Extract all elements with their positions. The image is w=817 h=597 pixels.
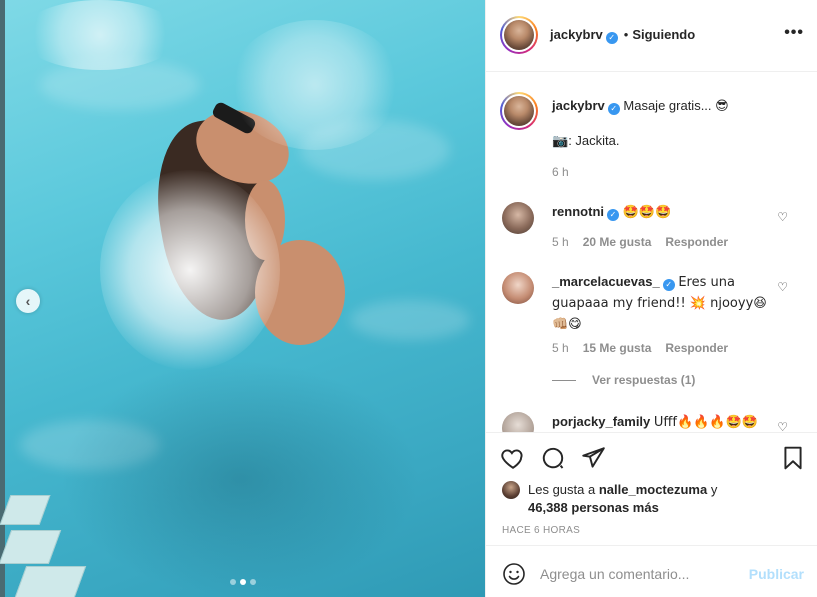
caption-time[interactable]: 6 h	[552, 165, 569, 179]
separator-dot: •	[623, 27, 629, 42]
caption-username[interactable]: jackybrv	[552, 98, 605, 113]
comment-item: porjacky_family Ufff🔥🔥🔥🤩🤩 ♡	[502, 410, 802, 432]
water-ripple	[350, 300, 470, 340]
photo-edge	[0, 0, 5, 597]
caption: jackybrv ✓ Masaje gratis... 😎 📷: Jackita.…	[500, 92, 802, 182]
emoji-smiley-icon[interactable]	[502, 562, 526, 586]
water-spray	[20, 0, 180, 70]
publish-button[interactable]: Publicar	[749, 566, 804, 582]
carousel-dot-active	[240, 579, 246, 585]
comment-item: _marcelacuevas_ ✓ Eres una guapaaa my fri…	[502, 270, 802, 360]
camera-emoji: 📷	[552, 134, 569, 149]
water-splash	[100, 170, 280, 370]
reply-button[interactable]: Responder	[665, 341, 728, 355]
more-options-icon[interactable]: •••	[784, 24, 804, 42]
caption-author-avatar[interactable]	[500, 92, 538, 130]
comment-username[interactable]: porjacky_family	[552, 414, 650, 429]
comment-text: Ufff🔥🔥🔥🤩🤩	[653, 415, 758, 430]
chevron-left-icon: ‹	[25, 293, 31, 309]
comment-text: 🤩🤩🤩	[622, 205, 672, 220]
view-replies-label: Ver respuestas (1)	[592, 373, 696, 387]
comments-list: jackybrv ✓ Masaje gratis... 😎 📷: Jackita.…	[486, 72, 817, 432]
comment-username[interactable]: _marcelacuevas_	[552, 274, 660, 289]
sunglasses-emoji: 😎	[715, 99, 729, 114]
heart-icon[interactable]: ♡	[777, 420, 788, 432]
comment-time[interactable]: 5 h	[552, 341, 569, 355]
reply-button[interactable]: Responder	[665, 235, 728, 249]
pool-tile	[0, 530, 62, 564]
following-button[interactable]: Siguiendo	[632, 27, 695, 42]
carousel-prev-button[interactable]: ‹	[16, 289, 40, 313]
commenter-avatar[interactable]	[502, 202, 534, 234]
likes-summary: Les gusta a nalle_moctezuma y 46,388 per…	[502, 481, 758, 517]
author-username[interactable]: jackybrv	[550, 27, 603, 42]
post-header: jackybrv ✓ • Siguiendo •••	[486, 0, 817, 72]
comment-username[interactable]: rennotni	[552, 204, 604, 219]
water-spray	[230, 20, 400, 150]
likes-and: y	[710, 482, 718, 497]
heart-icon[interactable]: ♡	[777, 210, 788, 224]
verified-badge-icon: ✓	[607, 103, 620, 115]
share-paper-plane-icon[interactable]	[580, 445, 606, 471]
post-actions: Les gusta a nalle_moctezuma y 46,388 per…	[486, 432, 817, 545]
post-side-panel: jackybrv ✓ • Siguiendo ••• jackybrv ✓ Masaje…	[485, 0, 817, 597]
verified-badge-icon: ✓	[605, 32, 618, 44]
likes-others-count[interactable]: 46,388 personas más	[528, 500, 659, 515]
view-replies[interactable]: Ver respuestas (1)	[552, 373, 695, 387]
likes-prefix: Les gusta a	[528, 482, 596, 497]
comment-likes[interactable]: 20 Me gusta	[583, 235, 652, 249]
author-avatar[interactable]	[500, 16, 538, 54]
liked-by-username[interactable]: nalle_moctezuma	[599, 482, 707, 497]
liker-avatar[interactable]	[502, 481, 520, 499]
comment-item: rennotni ✓ 🤩🤩🤩 5 h 20 Me gusta Responder …	[502, 200, 802, 260]
post-photo: ‹	[0, 0, 485, 597]
carousel-dot	[230, 579, 236, 585]
carousel-dot	[250, 579, 256, 585]
comment-likes[interactable]: 15 Me gusta	[583, 341, 652, 355]
comment-bubble-icon[interactable]	[540, 445, 566, 471]
caption-credit: : Jackita.	[568, 133, 620, 148]
like-heart-icon[interactable]	[500, 445, 526, 471]
commenter-avatar[interactable]	[502, 272, 534, 304]
pool-tile	[13, 566, 87, 597]
carousel-indicator	[230, 579, 256, 585]
verified-badge-icon: ✓	[662, 279, 675, 291]
post-time-ago[interactable]: HACE 6 HORAS	[502, 525, 580, 536]
pool-tile	[0, 495, 51, 525]
save-bookmark-icon[interactable]	[780, 445, 806, 471]
water-shadow	[60, 360, 420, 597]
verified-badge-icon: ✓	[607, 209, 619, 221]
caption-text: Masaje gratis...	[623, 98, 712, 113]
replies-line	[552, 379, 576, 381]
heart-icon[interactable]: ♡	[777, 280, 788, 294]
add-comment-bar: Publicar	[486, 545, 817, 597]
comment-input[interactable]	[540, 562, 740, 586]
comment-time[interactable]: 5 h	[552, 235, 569, 249]
commenter-avatar[interactable]	[502, 412, 534, 432]
